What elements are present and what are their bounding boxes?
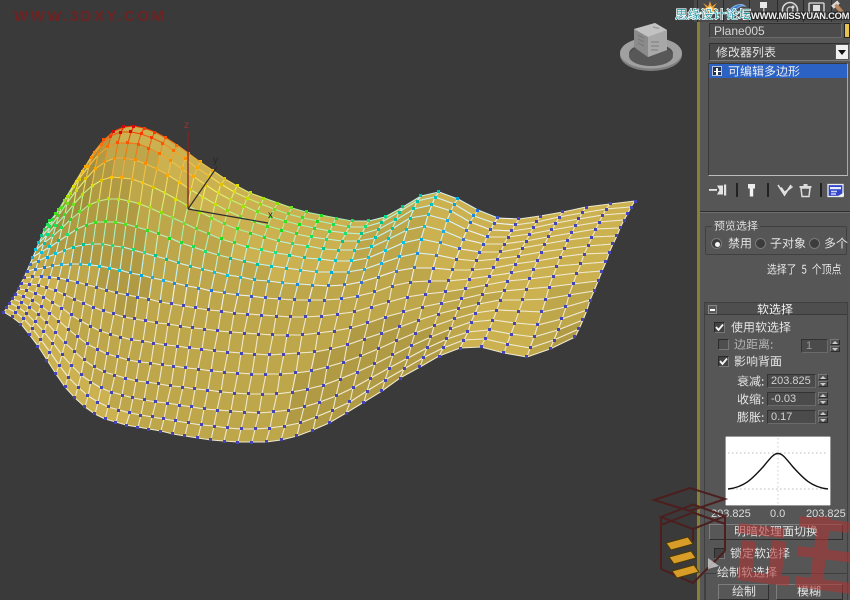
svg-text:x: x: [268, 210, 273, 221]
svg-text:z: z: [184, 120, 189, 131]
svg-text:y: y: [213, 155, 218, 166]
